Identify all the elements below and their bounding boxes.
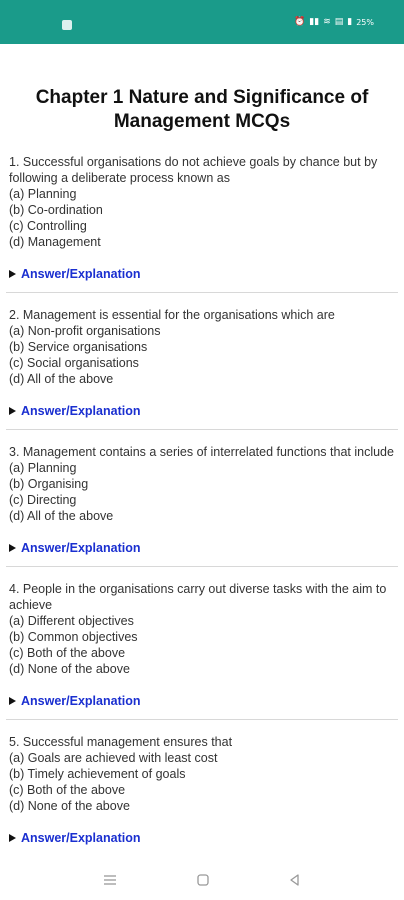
answer-explanation-toggle[interactable]: Answer/Explanation <box>9 540 396 556</box>
home-icon[interactable] <box>193 870 213 890</box>
battery-icon: ▮ <box>347 17 353 27</box>
question-text: 2. Management is essential for the organ… <box>9 308 335 322</box>
question-text: 4. People in the organisations carry out… <box>9 582 387 612</box>
divider <box>6 292 398 293</box>
option-b: (b) Organising <box>9 477 89 491</box>
question-3: 3. Management contains a series of inter… <box>0 444 404 556</box>
divider <box>6 566 398 567</box>
option-a: (a) Planning <box>9 461 77 475</box>
status-bar: ⏰ ▮▮ ≋ ▤ ▮ 25% <box>0 0 404 44</box>
question-2: 2. Management is essential for the organ… <box>0 307 404 419</box>
option-d: (d) All of the above <box>9 372 114 386</box>
option-a: (a) Non-profit organisations <box>9 324 161 338</box>
answer-explanation-label: Answer/Explanation <box>21 831 141 845</box>
option-d: (d) None of the above <box>9 662 130 676</box>
battery-percent: 25% <box>356 17 374 27</box>
disclosure-triangle-icon <box>9 697 16 705</box>
divider <box>6 719 398 720</box>
disclosure-triangle-icon <box>9 270 16 278</box>
wifi-icon: ≋ <box>323 17 331 27</box>
menu-icon[interactable] <box>100 870 120 890</box>
notification-icon <box>62 20 72 30</box>
answer-explanation-label: Answer/Explanation <box>21 267 141 281</box>
disclosure-triangle-icon <box>9 544 16 552</box>
divider <box>6 429 398 430</box>
option-c: (c) Social organisations <box>9 356 139 370</box>
option-c: (c) Both of the above <box>9 783 126 797</box>
alarm-icon: ⏰ <box>294 17 306 27</box>
question-text: 3. Management contains a series of inter… <box>9 445 394 459</box>
answer-explanation-toggle[interactable]: Answer/Explanation <box>9 403 396 419</box>
option-b: (b) Common objectives <box>9 630 138 644</box>
question-1: 1. Successful organisations do not achie… <box>0 154 404 282</box>
disclosure-triangle-icon <box>9 834 16 842</box>
answer-explanation-label: Answer/Explanation <box>21 541 141 555</box>
volte-icon: ▤ <box>334 17 344 27</box>
answer-explanation-toggle[interactable]: Answer/Explanation <box>9 693 396 709</box>
status-icons: ⏰ ▮▮ ≋ ▤ ▮ 25% <box>294 17 374 27</box>
question-text: 5. Successful management ensures that <box>9 735 233 749</box>
option-c: (c) Controlling <box>9 219 87 233</box>
option-c: (c) Directing <box>9 493 77 507</box>
answer-explanation-label: Answer/Explanation <box>21 694 141 708</box>
answer-explanation-label: Answer/Explanation <box>21 404 141 418</box>
answer-explanation-toggle[interactable]: Answer/Explanation <box>9 266 396 282</box>
option-a: (a) Goals are achieved with least cost <box>9 751 218 765</box>
answer-explanation-toggle[interactable]: Answer/Explanation <box>9 830 396 846</box>
page-title: Chapter 1 Nature and Significance of Man… <box>35 87 369 132</box>
option-c: (c) Both of the above <box>9 646 126 660</box>
back-icon[interactable] <box>285 870 305 890</box>
signal-icon: ▮▮ <box>309 17 320 27</box>
question-text: 1. Successful organisations do not achie… <box>9 155 378 185</box>
option-b: (b) Timely achievement of goals <box>9 767 186 781</box>
option-b: (b) Service organisations <box>9 340 148 354</box>
option-d: (d) All of the above <box>9 509 114 523</box>
system-nav-bar <box>0 860 404 900</box>
mcq-content[interactable]: Chapter 1 Nature and Significance of Man… <box>0 44 404 860</box>
disclosure-triangle-icon <box>9 407 16 415</box>
option-d: (d) None of the above <box>9 799 130 813</box>
question-4: 4. People in the organisations carry out… <box>0 581 404 709</box>
option-a: (a) Different objectives <box>9 614 134 628</box>
option-d: (d) Management <box>9 235 101 249</box>
option-b: (b) Co-ordination <box>9 203 103 217</box>
question-5: 5. Successful management ensures that (a… <box>0 734 404 846</box>
option-a: (a) Planning <box>9 187 77 201</box>
